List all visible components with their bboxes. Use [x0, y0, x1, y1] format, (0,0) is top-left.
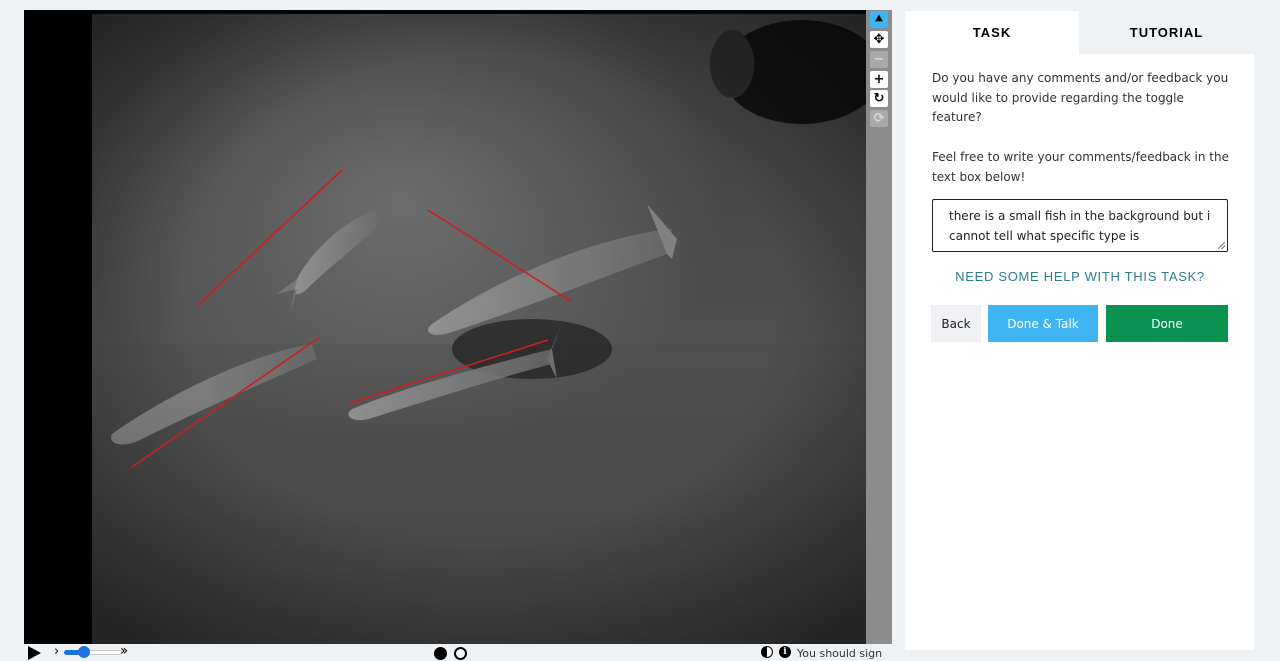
play-icon[interactable]: [28, 646, 41, 660]
reset-icon[interactable]: ⟳: [870, 110, 888, 127]
playback-controls: › ›› i You should sign in!: [24, 643, 892, 661]
comment-textarea[interactable]: there is a small fish in the background …: [932, 199, 1228, 252]
sign-in-notice[interactable]: You should sign in!: [797, 647, 892, 661]
tab-task[interactable]: TASK: [905, 11, 1079, 54]
frame-2-dot[interactable]: [454, 647, 467, 660]
zoom-out-icon[interactable]: −: [870, 51, 888, 68]
move-icon[interactable]: ✥: [870, 31, 888, 48]
task-question: Do you have any comments and/or feedback…: [932, 71, 1229, 124]
subject-viewer[interactable]: ⯅ ✥ − + ↻ ⟳: [24, 10, 892, 644]
task-instruction: Feel free to write your comments/feedbac…: [932, 150, 1229, 184]
underwater-fish-image[interactable]: [92, 14, 866, 644]
resize-handle[interactable]: [1218, 242, 1225, 249]
help-link[interactable]: NEED SOME HELP WITH THIS TASK?: [932, 269, 1228, 284]
done-and-talk-button[interactable]: Done & Talk: [988, 305, 1098, 342]
panel-tabs: TASK TUTORIAL: [905, 11, 1254, 54]
faster-icon[interactable]: ››: [120, 643, 128, 659]
viewer-toolbar: ⯅ ✥ − + ↻ ⟳: [866, 10, 892, 644]
info-icon[interactable]: i: [779, 646, 791, 658]
tab-tutorial[interactable]: TUTORIAL: [1079, 11, 1254, 54]
image-scene: [92, 14, 866, 644]
back-button[interactable]: Back: [931, 305, 981, 342]
done-button[interactable]: Done: [1106, 305, 1228, 342]
rotate-icon[interactable]: ↻: [870, 90, 888, 107]
comment-text: there is a small fish in the background …: [949, 209, 1211, 243]
slower-icon[interactable]: ›: [54, 644, 59, 659]
zoom-in-icon[interactable]: +: [870, 71, 888, 88]
pointer-icon[interactable]: ⯅: [870, 11, 888, 28]
frame-1-dot[interactable]: [434, 647, 447, 660]
speed-slider[interactable]: [64, 646, 122, 658]
slider-thumb[interactable]: [78, 646, 90, 658]
task-panel: TASK TUTORIAL Do you have any comments a…: [905, 11, 1254, 650]
contrast-icon[interactable]: [761, 646, 773, 658]
